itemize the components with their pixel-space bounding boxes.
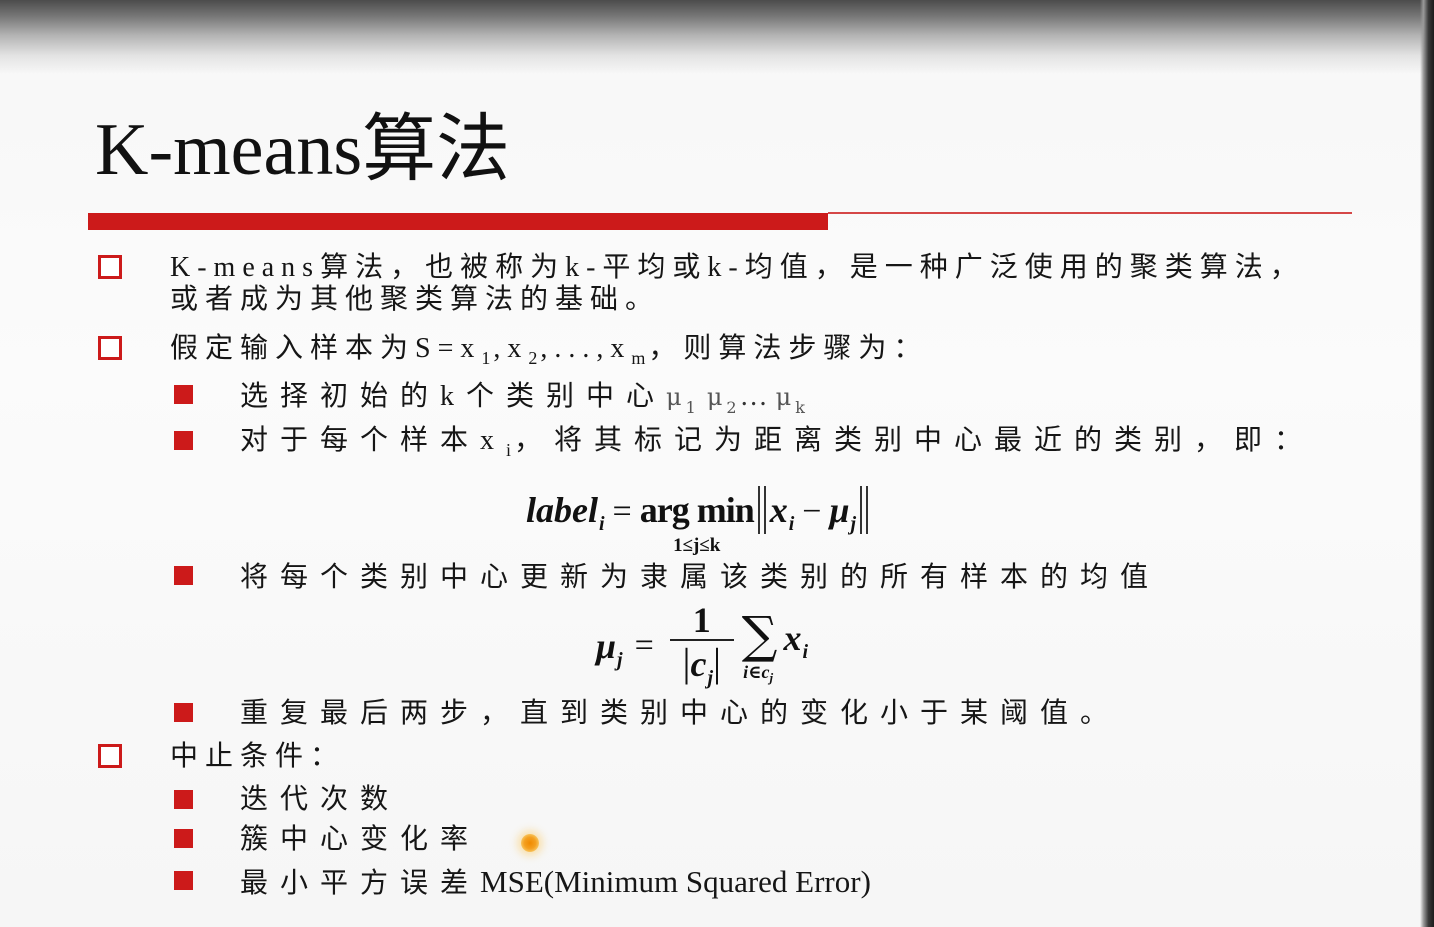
norm-bar-left — [757, 486, 766, 534]
window-top-shadow — [0, 0, 1434, 74]
bullet-marker-filled — [174, 431, 193, 450]
subscript: m — [631, 348, 646, 368]
stop-criterion-3-cn: 最小平方误差 — [240, 868, 481, 899]
bullet-marker-filled — [174, 566, 193, 585]
stop-criterion-1: 迭代次数 — [240, 784, 401, 815]
equals-sign: = — [634, 627, 654, 664]
bullet-2-text: 假定输入样本为S=x1 ,x2 ,...,xm ，则算法步骤为： — [170, 331, 928, 369]
abs-bar-right: | — [713, 639, 722, 685]
window-right-edge — [1420, 0, 1434, 927]
formula-nearest-center: label i = arg min 1≤j≤k x i − μ j — [526, 474, 872, 556]
subscript: 1 — [481, 348, 491, 368]
stop-criterion-2: 簇中心变化率 — [240, 824, 481, 855]
fraction-denominator: | c j | — [682, 639, 722, 692]
bullet-2-text-d: ，则算法步骤为： — [648, 333, 929, 364]
argmin-range: 1≤j≤k — [673, 535, 721, 556]
ellipsis: … — [739, 381, 768, 412]
bullet-marker-hollow — [98, 336, 122, 360]
subscript: k — [795, 398, 805, 417]
bullet-marker-filled — [174, 790, 193, 809]
abs-bar-left: | — [682, 639, 691, 685]
stop-criterion-3-en: MSE(Minimum Squared Error) — [480, 864, 871, 899]
subscript: 2 — [528, 348, 538, 368]
formula-mu: μ — [596, 626, 617, 666]
mu-symbol: μ — [775, 383, 792, 411]
bullet-marker-filled — [174, 385, 193, 404]
norm-bar-right — [860, 486, 869, 534]
step-2-text-a: 对于每个样本x — [240, 425, 507, 456]
bullet-2-text-a: 假定输入样本为S=x — [170, 333, 482, 364]
slide-title: K-means算法 — [95, 109, 511, 191]
subscript: j — [707, 666, 714, 689]
subscript: i — [598, 513, 605, 535]
minus-sign: − — [802, 493, 822, 530]
fraction: 1 | c j | — [669, 599, 734, 692]
summation-index: i∈cj — [743, 662, 776, 685]
mu-symbol: μ — [666, 383, 682, 411]
formula-x: x — [783, 618, 802, 658]
subscript: 1 — [685, 398, 696, 417]
bullet-2-text-c: ,...,x — [540, 333, 632, 364]
step-3-text: 将每个类别中心更新为隶属该类别的所有样本的均值 — [240, 562, 1161, 593]
fraction-numerator: 1 — [692, 599, 711, 640]
bullet-3-text: 中止条件： — [170, 741, 346, 772]
bullet-marker-filled — [174, 871, 193, 890]
subscript: j — [850, 513, 857, 535]
summation: ∑ i∈cj — [741, 606, 778, 685]
summation-sign: ∑ — [741, 606, 778, 664]
step-1-text-main: 选择初始的k个类别中心 — [240, 381, 667, 412]
formula-argmin: arg min 1≤j≤k — [639, 488, 755, 556]
step-2-text: 对于每个样本xi ，将其标记为距离类别中心最近的类别，即： — [240, 423, 1314, 461]
subscript: i — [506, 440, 512, 460]
step-1-text: 选择初始的k个类别中心μ 1 μ 2… μ k — [240, 379, 808, 418]
title-underline-thin — [828, 212, 1352, 214]
bullet-marker-hollow — [98, 744, 122, 768]
bullet-2-text-b: ,x — [493, 333, 529, 364]
bullet-marker-filled — [174, 829, 193, 848]
subscript: j — [617, 649, 623, 671]
step-2-text-b: ，将其标记为距离类别中心最近的类别，即： — [514, 425, 1315, 456]
formula-mean-term: x i — [783, 617, 808, 663]
argmin-operator: arg min — [639, 490, 755, 530]
stop-criterion-3: 最小平方误差MSE(Minimum Squared Error) — [240, 864, 871, 902]
bullet-1-line-2: 或者成为其他聚类算法的基础。 — [170, 284, 661, 315]
subscript: 2 — [726, 398, 737, 417]
subscript: j — [769, 670, 774, 685]
mu-symbol: μ — [706, 383, 723, 411]
bullet-marker-hollow — [98, 255, 122, 279]
formula-x: x — [769, 490, 788, 530]
formula-label-lhs: label — [526, 490, 598, 530]
bullet-1-line-1: K-means算法，也被称为k-平均或k-均值，是一种广泛使用的聚类算法， — [170, 252, 1305, 283]
formula-cluster-mean: μ j = 1 | c j | ∑ i∈cj x i — [596, 596, 808, 696]
subscript: i — [788, 513, 795, 535]
subscript: i — [802, 641, 809, 663]
formula-c: c — [690, 643, 707, 684]
summation-index-text: i∈c — [743, 662, 770, 682]
pointer-highlight-dot — [521, 834, 539, 852]
title-underline-thick — [88, 213, 828, 230]
equals-sign: = — [612, 493, 632, 530]
bullet-marker-filled — [174, 703, 193, 722]
step-4-text: 重复最后两步，直到类别中心的变化小于某阈值。 — [240, 698, 1121, 729]
formula-mean-lhs: μ j — [596, 625, 623, 671]
formula-mu: μ — [829, 490, 850, 530]
